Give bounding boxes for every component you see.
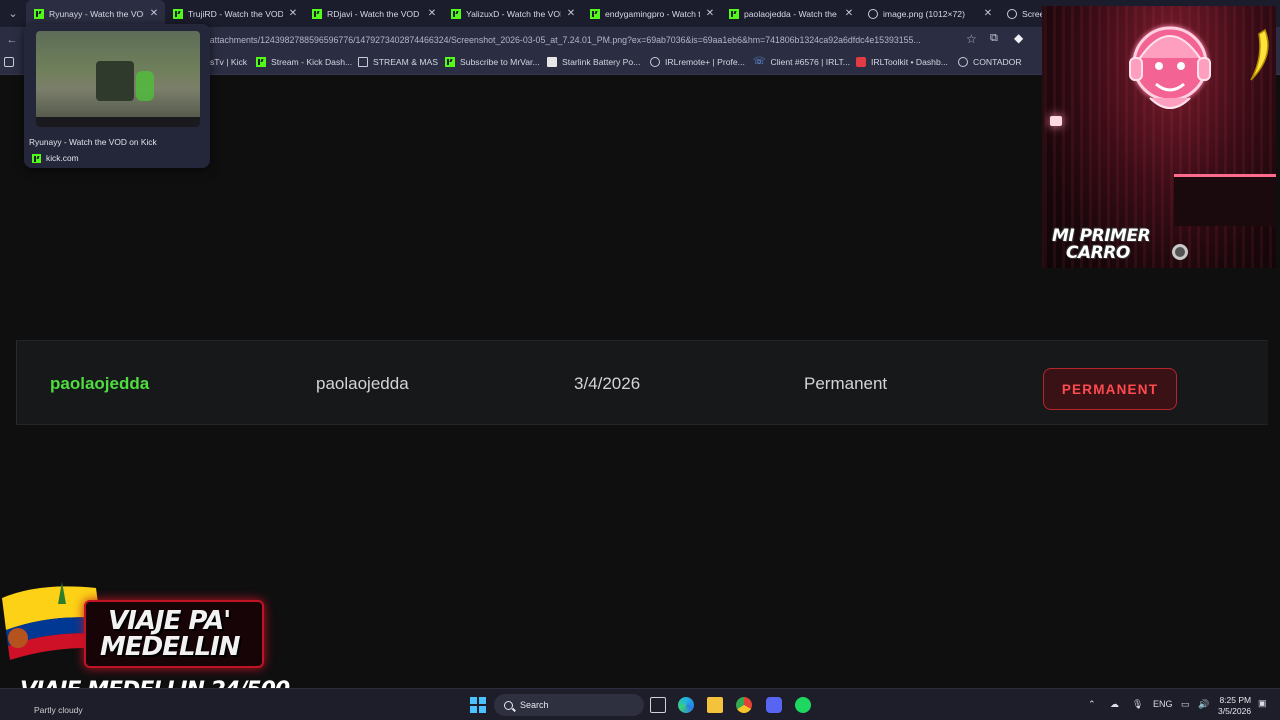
screen: { "browser": { "tabs": [ {"title": "Ryun… (0, 0, 1280, 720)
tab-paolaojedda[interactable]: paolaojedda - Watch the VOD on Kick ✕ (721, 0, 860, 27)
close-tab-icon[interactable]: ✕ (427, 8, 437, 19)
bookmark-home-icon[interactable] (4, 57, 14, 67)
kick-icon (445, 57, 455, 67)
kick-icon (590, 8, 600, 19)
steering-wheel-icon (1172, 244, 1188, 260)
kick-icon (32, 153, 41, 163)
webcam-overlay: MI PRIMER CARRO (1042, 6, 1276, 268)
network-icon[interactable]: ▭ (1181, 699, 1190, 710)
close-tab-icon[interactable]: ✕ (288, 8, 298, 19)
close-tab-icon[interactable]: ✕ (149, 8, 159, 19)
extension-diamond-icon[interactable]: ◆ (1014, 31, 1023, 45)
tab-trujird[interactable]: TrujiRD - Watch the VOD on Kick ✕ (165, 0, 304, 27)
tab-hover-preview: Ryunayy - Watch the VOD on Kick kick.com (24, 24, 210, 168)
banned-by: paolaojedda (316, 374, 409, 393)
ban-table-row: paolaojedda paolaojedda 3/4/2026 Permane… (16, 340, 1268, 425)
toolkit-icon (856, 57, 866, 67)
preview-title: Ryunayy - Watch the VOD on Kick (29, 137, 157, 147)
kick-icon (34, 8, 44, 19)
file-explorer-icon[interactable] (707, 697, 723, 713)
taskbar-search[interactable]: Search (494, 694, 644, 716)
close-tab-icon[interactable]: ✕ (566, 8, 576, 19)
close-tab-icon[interactable]: ✕ (844, 8, 854, 19)
microphone-icon[interactable]: 🎙 (1132, 699, 1143, 710)
tab-endygamingpro[interactable]: endygamingpro - Watch the VOD on Kick ✕ (582, 0, 721, 27)
close-tab-icon[interactable]: ✕ (983, 8, 993, 19)
spotify-icon[interactable] (795, 697, 811, 713)
bookmark-folder-stream[interactable]: STREAM & MAS (358, 57, 438, 67)
counter-icon (958, 57, 968, 67)
kick-icon (312, 8, 322, 19)
bookmark-subscribe[interactable]: Subscribe to MrVar... (445, 57, 540, 67)
edge-icon[interactable] (678, 697, 694, 713)
globe-icon (650, 57, 660, 67)
tab-yalizuxd[interactable]: YalizuxD - Watch the VOD on Kick ✕ (443, 0, 582, 27)
discord-icon[interactable] (766, 697, 782, 713)
permanent-status-badge: PERMANENT (1043, 368, 1177, 410)
banned-username[interactable]: paolaojedda (50, 374, 149, 394)
kick-icon (173, 8, 183, 19)
bookmark-kick-tv[interactable]: sTv | Kick (210, 57, 247, 67)
bookmark-contador[interactable]: CONTADOR (958, 57, 1022, 67)
bookmark-irlremote[interactable]: IRLremote+ | Profe... (650, 57, 745, 67)
ban-duration: Permanent (804, 374, 888, 393)
windows-start-icon[interactable] (470, 697, 486, 713)
bookmark-star-icon[interactable]: ☆ (966, 32, 977, 46)
volume-icon[interactable]: 🔊 (1198, 699, 1209, 710)
kick-icon (451, 8, 461, 19)
back-arrow-icon[interactable]: ← (0, 34, 24, 46)
onedrive-icon[interactable]: ☁ (1110, 699, 1119, 710)
preview-domain: kick.com (32, 153, 79, 163)
kick-icon (729, 8, 739, 19)
ban-date: 3/4/2026 (574, 374, 641, 393)
notification-bell-icon[interactable]: ▣ (1258, 698, 1267, 709)
neon-logo-icon (1129, 25, 1211, 109)
tab-rdjavi[interactable]: RDjavi - Watch the VOD on Kick ✕ (304, 0, 443, 27)
kick-icon (256, 57, 266, 67)
tray-overflow-chevron-icon[interactable]: ⌃ (1088, 699, 1096, 710)
tab-search-chevron-icon[interactable]: ⌄ (0, 0, 26, 27)
page-icon (547, 57, 557, 67)
vod-thumbnail (36, 31, 200, 127)
url-field[interactable]: et/attachments/1243982788596596776/14792… (200, 30, 990, 50)
tab-image-png[interactable]: image.png (1012×72) ✕ (860, 0, 999, 27)
chrome-icon[interactable] (736, 697, 752, 713)
task-view-icon[interactable] (650, 697, 666, 713)
globe-icon (868, 8, 878, 19)
weather-widget[interactable]: Partly cloudy (34, 705, 83, 715)
medellin-trip-badge: VIAJE PA' MEDELLIN (84, 600, 264, 668)
bookmark-irltoolkit[interactable]: IRLToolkit • Dashb... (856, 57, 948, 67)
banana-icon (1250, 28, 1269, 81)
windows-taskbar: Search ⌃ ☁ 🎙 ENG ▭ 🔊 8:25 PM 3/5/2026 ▣ (0, 688, 1280, 720)
bookmark-starlink[interactable]: Starlink Battery Po... (547, 57, 640, 67)
taskbar-clock[interactable]: 8:25 PM 3/5/2026 (1218, 695, 1251, 717)
close-tab-icon[interactable]: ✕ (705, 8, 715, 19)
phone-icon: ☏ (753, 56, 766, 67)
search-icon (504, 700, 513, 710)
bookmark-client[interactable]: ☏ Client #6576 | IRLT... (753, 56, 850, 68)
tab-ryunayy[interactable]: Ryunayy - Watch the VOD on Kick ✕ (26, 0, 165, 27)
globe-icon (1007, 8, 1017, 19)
extensions-icon[interactable]: ⧉ (990, 32, 998, 45)
lamp-icon (1050, 116, 1062, 126)
bookmark-stream-dashboard[interactable]: Stream - Kick Dash... (256, 57, 352, 67)
language-indicator[interactable]: ENG (1153, 699, 1173, 709)
folder-icon (358, 57, 368, 67)
